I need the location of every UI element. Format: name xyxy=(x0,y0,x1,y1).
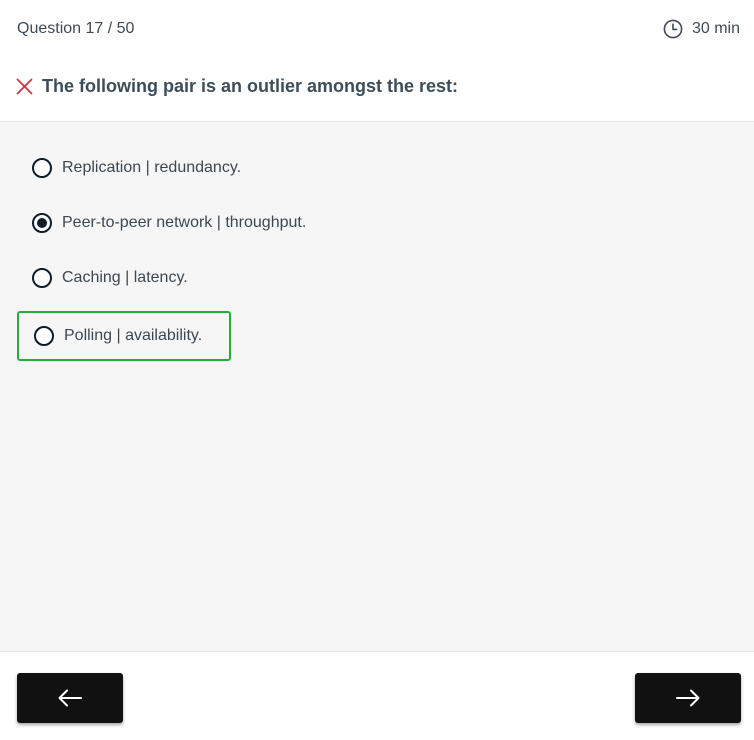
radio-selected[interactable] xyxy=(32,213,52,233)
question-row: The following pair is an outlier amongst… xyxy=(16,76,458,97)
radio-dot xyxy=(37,218,47,228)
arrow-left-icon xyxy=(57,689,83,707)
radio-unselected[interactable] xyxy=(32,268,52,288)
timer-label: 30 min xyxy=(691,20,740,37)
timer: 30 min xyxy=(663,19,740,39)
quiz-header: Question 17 / 50 30 min The following pa… xyxy=(0,0,754,122)
option-peer-to-peer[interactable]: Peer-to-peer network | throughput. xyxy=(32,213,306,233)
option-polling-correct[interactable]: Polling | availability. xyxy=(17,311,231,361)
arrow-right-icon xyxy=(675,689,701,707)
option-label: Replication | redundancy. xyxy=(62,159,242,176)
quiz-footer xyxy=(0,651,754,740)
next-button[interactable] xyxy=(635,673,741,723)
quiz-page: Question 17 / 50 30 min The following pa… xyxy=(0,0,754,740)
option-label: Polling | availability. xyxy=(64,327,203,344)
radio-unselected[interactable] xyxy=(34,326,54,346)
previous-button[interactable] xyxy=(17,673,123,723)
option-label: Peer-to-peer network | throughput. xyxy=(62,214,307,231)
option-label: Caching | latency. xyxy=(62,269,188,286)
radio-unselected[interactable] xyxy=(32,158,52,178)
answer-options: Replication | redundancy. Peer-to-peer n… xyxy=(0,122,754,651)
close-x-icon xyxy=(16,78,33,95)
option-replication[interactable]: Replication | redundancy. xyxy=(32,158,241,178)
clock-icon xyxy=(663,19,683,39)
question-text: The following pair is an outlier amongst… xyxy=(42,76,459,96)
option-caching[interactable]: Caching | latency. xyxy=(32,268,188,288)
question-counter: Question 17 / 50 xyxy=(17,20,135,37)
